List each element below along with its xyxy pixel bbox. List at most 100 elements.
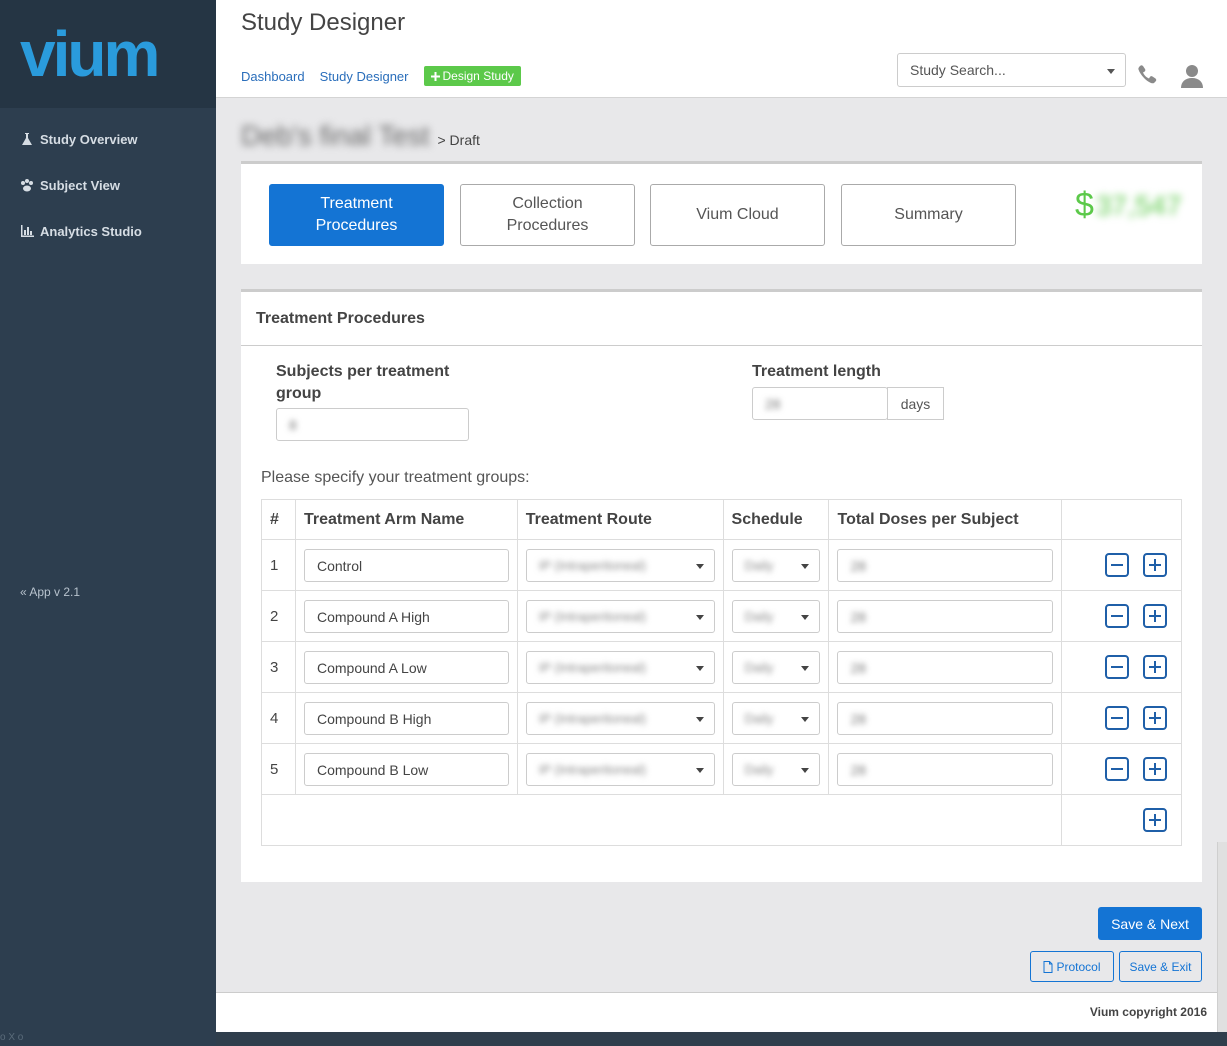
- schedule-value: Daily: [744, 659, 774, 675]
- doses-value: 28: [850, 710, 867, 727]
- route-select[interactable]: IP (Intraperitoneal): [525, 701, 715, 735]
- treatment-length-input[interactable]: 28: [752, 387, 888, 420]
- sidebar-item-subject-view[interactable]: Subject View: [0, 162, 216, 208]
- row-number: 2: [270, 607, 279, 625]
- row-actions-cell: [1061, 692, 1182, 744]
- doses-input[interactable]: 28: [837, 548, 1054, 582]
- route-cell: IP (Intraperitoneal): [516, 743, 724, 795]
- app-version-toggle[interactable]: « App v 2.1: [20, 585, 80, 599]
- schedule-cell: Daily: [722, 692, 830, 744]
- remove-group-button[interactable]: [1105, 706, 1129, 730]
- table-row: 4 Compound B High IP (Intraperitoneal) Dail…: [261, 692, 1182, 744]
- chevron-down-icon: [695, 563, 704, 569]
- schedule-select[interactable]: Daily: [731, 752, 821, 786]
- save-next-button[interactable]: Save & Next: [1098, 907, 1202, 940]
- tab-treatment-procedures[interactable]: Treatment Procedures: [269, 184, 444, 246]
- row-number-cell: 4: [261, 692, 296, 744]
- arm-name-input[interactable]: Compound A High: [303, 599, 509, 633]
- table-row: 3 Compound A Low IP (Intraperitoneal) Daily…: [261, 641, 1182, 693]
- add-group-button[interactable]: [1143, 706, 1167, 730]
- sidebar-item-analytics-studio[interactable]: Analytics Studio: [0, 208, 216, 254]
- doses-input[interactable]: 28: [837, 599, 1054, 633]
- vium-logo[interactable]: vium: [20, 22, 160, 86]
- remove-group-button[interactable]: [1105, 604, 1129, 628]
- route-select[interactable]: IP (Intraperitoneal): [525, 599, 715, 633]
- phone-icon[interactable]: [1136, 64, 1158, 86]
- route-select[interactable]: IP (Intraperitoneal): [525, 752, 715, 786]
- subjects-per-group-input[interactable]: 8: [276, 408, 469, 441]
- user-icon[interactable]: [1181, 64, 1203, 88]
- study-search-select[interactable]: Study Search...: [897, 53, 1126, 87]
- study-search-placeholder: Study Search...: [910, 62, 1006, 78]
- add-group-button[interactable]: [1143, 655, 1167, 679]
- route-cell: IP (Intraperitoneal): [516, 590, 724, 642]
- top-bar: Study Designer Dashboard Study Designer …: [216, 0, 1227, 98]
- remove-group-button[interactable]: [1105, 757, 1129, 781]
- remove-group-button[interactable]: [1105, 655, 1129, 679]
- schedule-cell: Daily: [722, 641, 830, 693]
- schedule-select[interactable]: Daily: [731, 650, 821, 684]
- file-pdf-icon: [1043, 960, 1053, 973]
- route-select[interactable]: IP (Intraperitoneal): [525, 548, 715, 582]
- arm-name-input[interactable]: Control: [303, 548, 509, 582]
- row-number: 4: [270, 709, 279, 727]
- page-scrollbar[interactable]: [1217, 842, 1227, 1032]
- arm-name-value: Compound B High: [316, 710, 432, 727]
- tab-collection-procedures[interactable]: Collection Procedures: [460, 184, 635, 246]
- design-study-button[interactable]: Design Study: [423, 66, 521, 86]
- add-group-button[interactable]: [1143, 808, 1167, 832]
- schedule-value: Daily: [744, 761, 774, 777]
- table-header-row: # Treatment Arm Name Treatment Route Sch…: [261, 499, 1182, 540]
- schedule-value: Daily: [744, 710, 774, 726]
- route-select[interactable]: IP (Intraperitoneal): [525, 650, 715, 684]
- breadcrumb-dashboard[interactable]: Dashboard: [241, 69, 305, 84]
- doses-value: 28: [850, 761, 867, 778]
- tab-summary[interactable]: Summary: [841, 184, 1016, 246]
- save-exit-button[interactable]: Save & Exit: [1119, 951, 1202, 982]
- sidebar: vium Study Overview Subject View Analyti…: [0, 0, 216, 1046]
- main-content: Study Designer Dashboard Study Designer …: [216, 0, 1227, 1032]
- chevron-down-icon: [801, 665, 810, 671]
- arm-name-input[interactable]: Compound B Low: [303, 752, 509, 786]
- column-header-actions: [1061, 499, 1182, 540]
- doses-input[interactable]: 28: [837, 701, 1054, 735]
- copyright: Vium copyright 2016: [1089, 1005, 1207, 1019]
- add-group-button[interactable]: [1143, 553, 1167, 577]
- route-cell: IP (Intraperitoneal): [516, 692, 724, 744]
- doses-cell: 28: [828, 743, 1063, 795]
- sidebar-item-study-overview[interactable]: Study Overview: [0, 116, 216, 162]
- treatment-groups-table: # Treatment Arm Name Treatment Route Sch…: [260, 499, 1182, 846]
- tab-vium-cloud[interactable]: Vium Cloud: [650, 184, 825, 246]
- doses-value: 28: [850, 608, 867, 625]
- chevron-down-icon: [801, 563, 810, 569]
- add-action-cell: [1061, 794, 1182, 846]
- route-value: IP (Intraperitoneal): [538, 608, 647, 624]
- sidebar-item-label: Study Overview: [40, 131, 138, 147]
- schedule-select[interactable]: Daily: [731, 599, 821, 633]
- protocol-button[interactable]: Protocol: [1030, 951, 1114, 982]
- schedule-value: Daily: [744, 557, 774, 573]
- arm-name-input[interactable]: Compound B High: [303, 701, 509, 735]
- route-value: IP (Intraperitoneal): [538, 761, 647, 777]
- sidebar-item-label: Subject View: [40, 177, 120, 193]
- doses-input[interactable]: 28: [837, 752, 1054, 786]
- section-heading: Treatment Procedures: [241, 292, 1202, 346]
- schedule-cell: Daily: [722, 590, 830, 642]
- arm-name-cell: Control: [294, 539, 518, 591]
- schedule-select[interactable]: Daily: [731, 548, 821, 582]
- arm-name-input[interactable]: Compound A Low: [303, 650, 509, 684]
- table-row: 1 Control IP (Intraperitoneal) Daily 28: [261, 539, 1182, 591]
- add-group-button[interactable]: [1143, 604, 1167, 628]
- breadcrumb-study-designer[interactable]: Study Designer: [320, 69, 409, 84]
- treatment-length-unit: days: [887, 387, 944, 420]
- doses-cell: 28: [828, 692, 1063, 744]
- breadcrumb: Dashboard Study Designer Design Study: [241, 66, 521, 86]
- remove-group-button[interactable]: [1105, 553, 1129, 577]
- column-header: Total Doses per Subject: [828, 499, 1063, 540]
- route-value: IP (Intraperitoneal): [538, 710, 647, 726]
- schedule-select[interactable]: Daily: [731, 701, 821, 735]
- row-actions-cell: [1061, 539, 1182, 591]
- doses-input[interactable]: 28: [837, 650, 1054, 684]
- chevron-down-icon: [801, 767, 810, 773]
- add-group-button[interactable]: [1143, 757, 1167, 781]
